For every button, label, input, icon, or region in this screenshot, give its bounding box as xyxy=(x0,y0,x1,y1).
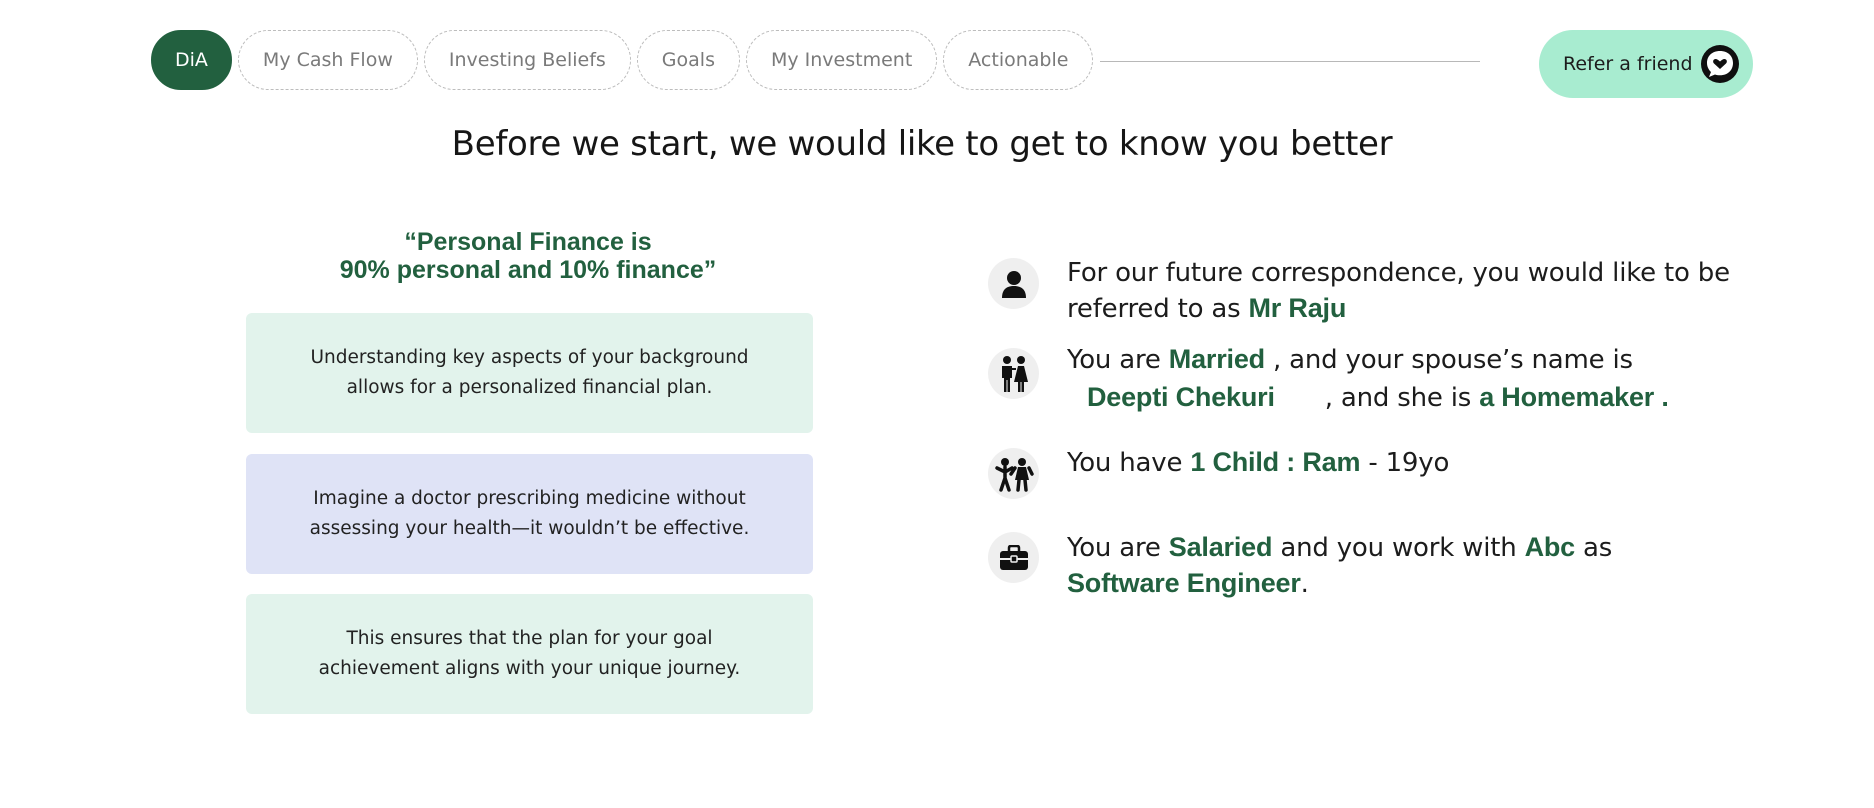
employment-mid: and you work with xyxy=(1272,533,1525,563)
page-heading: Before we start, we would like to get to… xyxy=(451,124,1393,164)
person-icon xyxy=(988,258,1039,309)
name-row-line-2: referred to as Mr Raju xyxy=(1067,291,1730,327)
profile-children-row: You have 1 Child : Ram - 19yo xyxy=(988,445,1449,499)
nav-divider xyxy=(1100,61,1480,62)
tab-actionable[interactable]: Actionable xyxy=(943,30,1094,90)
info-card: Imagine a doctor prescribing medicine wi… xyxy=(246,454,813,574)
spouse-name: Deepti Chekuri xyxy=(1087,382,1275,412)
marital-status: Married xyxy=(1168,344,1265,374)
card-line: assessing your health—it wouldn’t be eff… xyxy=(309,518,750,539)
spouse-occupation-prefix: , and she is xyxy=(1324,383,1480,413)
marital-prefix: You are xyxy=(1067,345,1169,375)
job-role: Software Engineer xyxy=(1067,568,1301,598)
quote-line-2: 90% personal and 10% finance” xyxy=(339,256,717,284)
tab-investing-beliefs[interactable]: Investing Beliefs xyxy=(423,30,631,90)
marital-mid: , and your spouse’s name is xyxy=(1264,345,1633,375)
employment-as: as xyxy=(1574,533,1613,563)
quote-line-1: “Personal Finance is xyxy=(404,228,652,256)
preferred-name: Mr Raju xyxy=(1248,293,1347,323)
name-row-line-1: For our future correspondence, you would… xyxy=(1067,258,1730,288)
card-line: achievement aligns with your unique jour… xyxy=(318,658,741,679)
card-line: This ensures that the plan for your goal xyxy=(346,628,713,649)
tab-my-cash-flow[interactable]: My Cash Flow xyxy=(237,30,418,90)
employment-line-2: Software Engineer. xyxy=(1067,566,1612,602)
heart-chat-icon xyxy=(1701,45,1739,83)
tab-goals[interactable]: Goals xyxy=(636,30,740,90)
info-card: This ensures that the plan for your goal… xyxy=(246,594,813,714)
profile-name-row: For our future correspondence, you would… xyxy=(988,258,1730,327)
top-nav: DiA My Cash Flow Investing Beliefs Goals… xyxy=(151,30,1094,90)
spouse-occupation: a Homemaker . xyxy=(1479,382,1669,412)
tab-my-investment[interactable]: My Investment xyxy=(745,30,938,90)
child-info: 1 Child : Ram xyxy=(1190,447,1361,477)
card-line: Imagine a doctor prescribing medicine wi… xyxy=(313,488,746,509)
marital-line-1: You are Married , and your spouse’s name… xyxy=(1067,341,1669,379)
child-age: - 19yo xyxy=(1360,448,1450,478)
marital-line-2: Deepti Chekuri , and she is a Homemaker . xyxy=(1067,379,1669,417)
info-card: Understanding key aspects of your backgr… xyxy=(246,313,813,433)
tab-dia[interactable]: DiA xyxy=(151,30,232,90)
briefcase-icon xyxy=(988,532,1039,583)
card-line: allows for a personalized financial plan… xyxy=(346,377,713,398)
profile-employment-row: You are Salaried and you work with Abc a… xyxy=(988,532,1612,602)
card-line: Understanding key aspects of your backgr… xyxy=(310,347,749,368)
employment-line-1: You are Salaried and you work with Abc a… xyxy=(1067,530,1612,566)
name-row-prefix: referred to as xyxy=(1067,294,1249,324)
couple-icon xyxy=(988,348,1039,399)
children-prefix: You have xyxy=(1067,448,1191,478)
employment-end: . xyxy=(1300,569,1309,599)
children-icon xyxy=(988,448,1039,499)
refer-a-friend-button[interactable]: Refer a friend xyxy=(1539,30,1753,98)
profile-marital-row: You are Married , and your spouse’s name… xyxy=(988,344,1669,417)
employment-type: Salaried xyxy=(1168,532,1273,562)
children-line: You have 1 Child : Ram - 19yo xyxy=(1067,445,1449,481)
refer-label: Refer a friend xyxy=(1563,53,1693,75)
finance-quote: “Personal Finance is 90% personal and 10… xyxy=(246,228,810,284)
employer-name: Abc xyxy=(1524,532,1576,562)
employment-prefix: You are xyxy=(1067,533,1169,563)
